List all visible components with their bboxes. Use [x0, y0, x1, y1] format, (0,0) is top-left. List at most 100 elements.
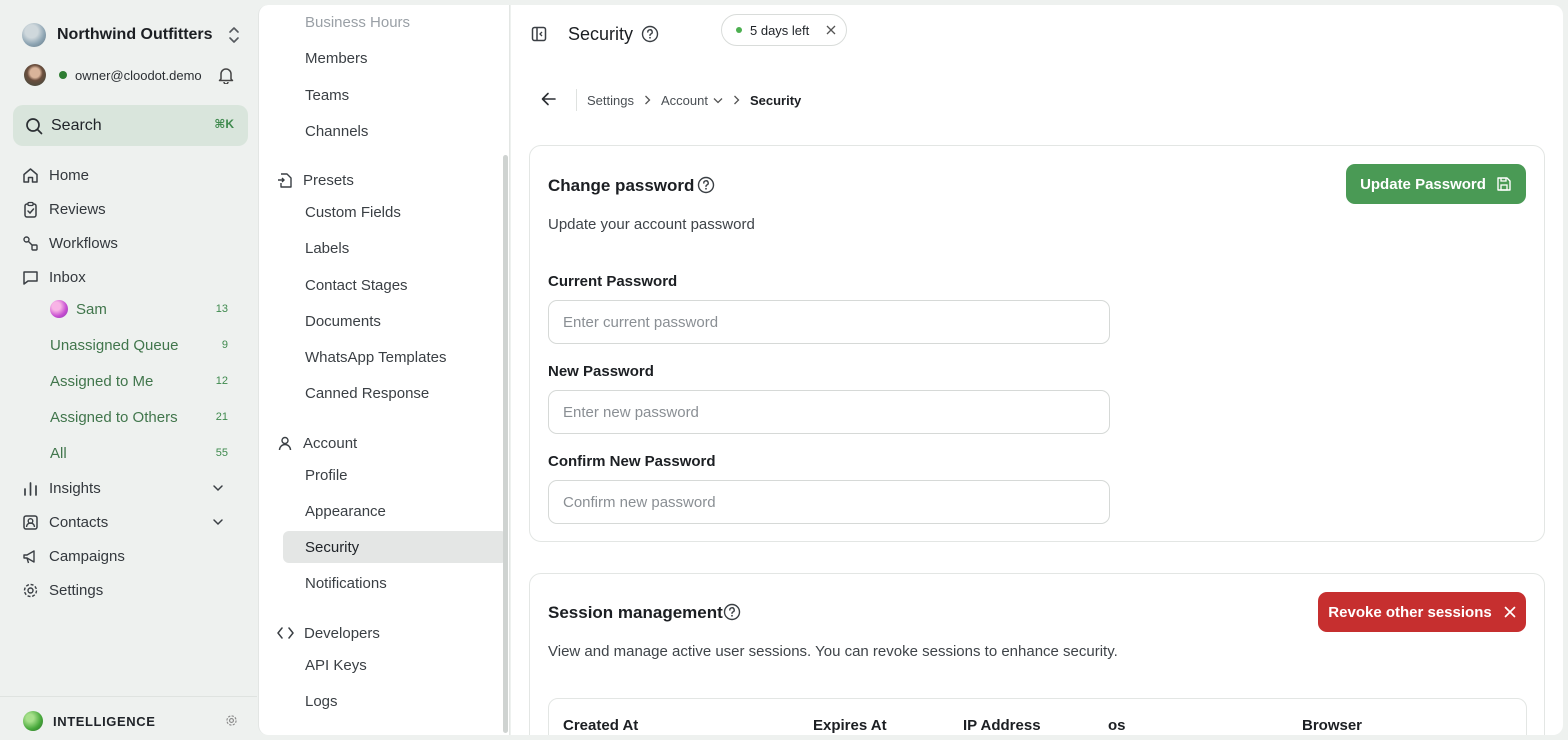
nav-settings-label: Settings	[49, 581, 104, 599]
bell-icon[interactable]	[218, 66, 234, 84]
confirm-password-label: Confirm New Password	[548, 453, 716, 470]
column-header-os[interactable]: os	[1108, 717, 1126, 734]
breadcrumb-account[interactable]: Account	[661, 93, 708, 108]
trial-text: 5 days left	[750, 22, 810, 38]
help-circle-icon[interactable]	[697, 176, 715, 194]
card-description: Update your account password	[548, 216, 755, 233]
inbox-item-count: 9	[221, 339, 228, 351]
settings-item-teams[interactable]: Teams	[305, 83, 349, 107]
search-button[interactable]: Search ⌘K	[13, 105, 248, 146]
nav-reviews-label: Reviews	[49, 200, 106, 218]
settings-item-whatsapp-templates[interactable]: WhatsApp Templates	[305, 345, 446, 369]
help-circle-icon[interactable]	[723, 603, 741, 621]
inbox-item-count: 55	[215, 447, 228, 459]
settings-item-security[interactable]: Security	[283, 531, 507, 563]
settings-item-contact-stages[interactable]: Contact Stages	[305, 273, 408, 297]
inbox-item-label: Assigned to Others	[50, 408, 178, 426]
settings-group-label: Presets	[303, 171, 354, 189]
nav-reviews[interactable]: Reviews	[22, 197, 106, 221]
breadcrumb-current: Security	[749, 92, 802, 108]
help-circle-icon[interactable]	[641, 25, 659, 43]
scrollbar-thumb[interactable]	[503, 155, 508, 733]
settings-group-presets: Presets	[277, 168, 354, 192]
button-label: Revoke other sessions	[1328, 603, 1492, 621]
app-sidebar: Northwind Outfitters owner@cloodot.demo …	[0, 0, 257, 740]
nav-campaigns[interactable]: Campaigns	[22, 544, 125, 568]
card-title: Change password	[548, 176, 695, 195]
gear-icon[interactable]	[225, 714, 238, 727]
settings-item-channels[interactable]: Channels	[305, 119, 368, 143]
inbox-item-assigned-to-me[interactable]: Assigned to Me 12	[50, 369, 240, 393]
settings-item-api-keys[interactable]: API Keys	[305, 653, 367, 677]
settings-item-business-hours[interactable]: Business Hours	[305, 10, 410, 34]
settings-item-custom-fields[interactable]: Custom Fields	[305, 200, 401, 224]
breadcrumb-settings[interactable]: Settings	[587, 93, 634, 108]
current-password-input[interactable]	[548, 300, 1110, 344]
online-status-dot	[59, 71, 67, 79]
contact-icon	[22, 514, 39, 531]
workflow-icon	[22, 235, 39, 252]
settings-item-labels[interactable]: Labels	[305, 236, 349, 260]
nav-inbox[interactable]: Inbox	[22, 265, 86, 289]
card-title: Session management	[548, 603, 723, 622]
user-menu[interactable]: owner@cloodot.demo	[24, 64, 240, 86]
settings-group-developers: Developers	[277, 621, 380, 645]
back-arrow-icon[interactable]	[541, 92, 556, 106]
close-icon	[1504, 606, 1516, 618]
avatar	[24, 64, 46, 86]
org-switcher[interactable]: Northwind Outfitters	[22, 22, 242, 48]
revoke-sessions-button[interactable]: Revoke other sessions	[1318, 592, 1526, 632]
current-password-label: Current Password	[548, 273, 678, 290]
sidebar-toggle-icon[interactable]	[531, 26, 547, 42]
column-header-expires-at[interactable]: Expires At	[813, 717, 887, 734]
inbox-item-count: 21	[215, 411, 228, 423]
home-icon	[22, 167, 39, 184]
column-header-created-at[interactable]: Created At	[563, 717, 638, 734]
nav-insights[interactable]: Insights	[22, 476, 242, 500]
intelligence-bar[interactable]: INTELLIGENCE	[0, 696, 257, 740]
message-square-icon	[22, 269, 39, 286]
card-description: View and manage active user sessions. Yo…	[548, 643, 1118, 660]
nav-workflows[interactable]: Workflows	[22, 231, 118, 255]
settings-item-documents[interactable]: Documents	[305, 309, 381, 333]
avatar	[50, 300, 68, 318]
column-header-ip-address[interactable]: IP Address	[963, 717, 1041, 734]
settings-group-label: Account	[303, 434, 358, 452]
confirm-password-input[interactable]	[548, 480, 1110, 524]
settings-item-members[interactable]: Members	[305, 46, 368, 70]
chevron-down-icon[interactable]	[212, 484, 224, 492]
user-email: owner@cloodot.demo	[75, 67, 202, 83]
settings-group-label: Developers	[304, 624, 380, 642]
file-import-icon	[277, 172, 293, 189]
nav-contacts[interactable]: Contacts	[22, 510, 242, 534]
chevron-updown-icon[interactable]	[228, 26, 240, 44]
close-icon[interactable]	[826, 25, 836, 35]
settings-item-profile[interactable]: Profile	[305, 463, 348, 487]
settings-item-notifications[interactable]: Notifications	[305, 571, 387, 595]
inbox-item-label: All	[50, 444, 67, 462]
inbox-item-sam[interactable]: Sam 13	[50, 297, 240, 321]
settings-item-logs[interactable]: Logs	[305, 689, 338, 713]
intelligence-orb-icon	[23, 711, 43, 731]
nav-settings[interactable]: Settings	[22, 578, 103, 602]
search-shortcut: ⌘K	[214, 117, 234, 131]
inbox-item-all[interactable]: All 55	[50, 441, 240, 465]
gear-icon	[22, 582, 39, 599]
inbox-item-assigned-to-others[interactable]: Assigned to Others 21	[50, 405, 240, 429]
settings-item-appearance[interactable]: Appearance	[305, 499, 386, 523]
user-icon	[277, 435, 293, 452]
bar-chart-icon	[22, 480, 39, 497]
intelligence-label: INTELLIGENCE	[53, 714, 156, 729]
nav-home[interactable]: Home	[22, 163, 89, 187]
update-password-button[interactable]: Update Password	[1346, 164, 1526, 204]
settings-item-canned-response[interactable]: Canned Response	[305, 381, 429, 405]
new-password-input[interactable]	[548, 390, 1110, 434]
megaphone-icon	[22, 548, 39, 565]
chevron-down-icon[interactable]	[212, 518, 224, 526]
trial-badge: 5 days left	[721, 14, 847, 46]
column-header-browser[interactable]: Browser	[1302, 717, 1362, 734]
session-management-card: Session management Revoke other sessions…	[529, 573, 1545, 735]
chevron-down-icon[interactable]	[713, 97, 723, 104]
settings-nav: Business Hours Members Teams Channels Pr…	[258, 5, 510, 735]
inbox-item-unassigned[interactable]: Unassigned Queue 9	[50, 333, 240, 357]
